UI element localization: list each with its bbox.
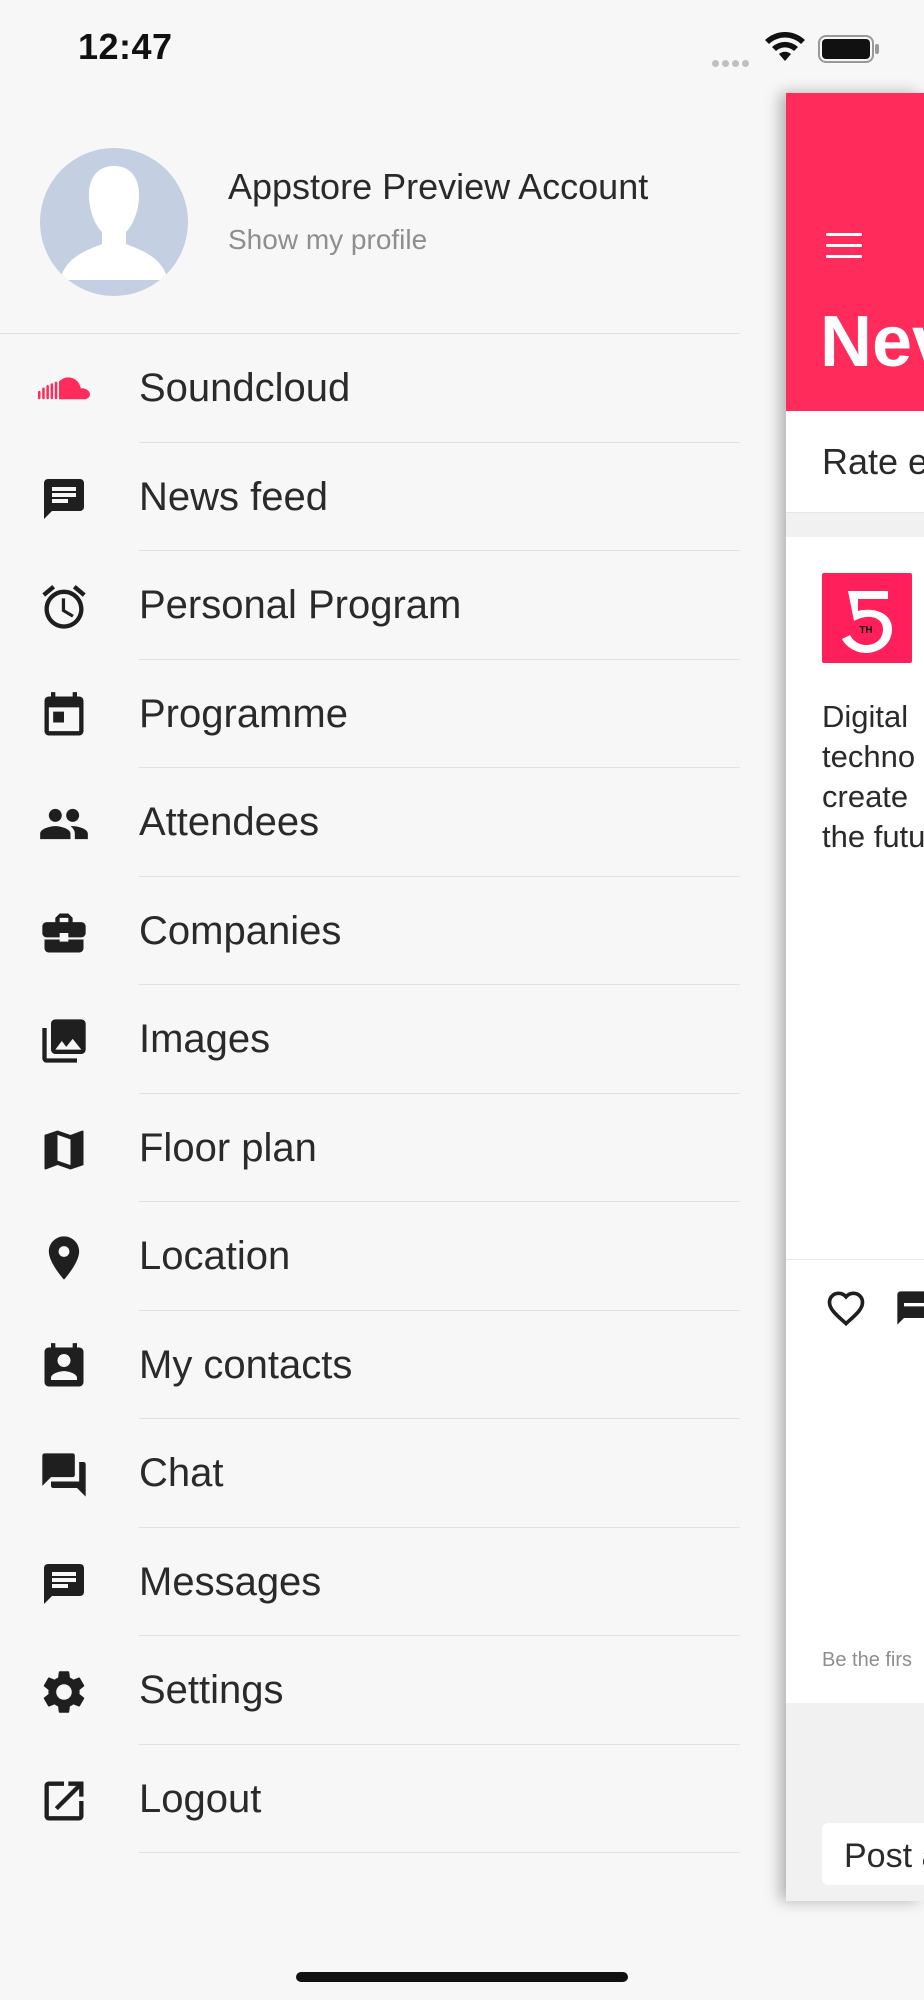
heart-icon[interactable] bbox=[822, 1286, 870, 1330]
status-time: 12:47 bbox=[78, 26, 173, 67]
alarm-clock-icon bbox=[38, 581, 90, 633]
battery-icon bbox=[818, 35, 879, 63]
menu-item-label: Companies bbox=[139, 908, 342, 953]
menu-item-chat[interactable]: Chat bbox=[0, 1419, 740, 1528]
menu-item-location[interactable]: Location bbox=[0, 1202, 740, 1311]
post-like-meta: Be the firs bbox=[822, 1649, 913, 1671]
menu-item-settings[interactable]: Settings bbox=[0, 1636, 740, 1745]
menu-item-label: Location bbox=[139, 1234, 291, 1278]
post-text-line: techno bbox=[822, 739, 916, 774]
calendar-icon bbox=[38, 690, 90, 742]
post-author-logo[interactable]: TH bbox=[822, 573, 912, 663]
avatar[interactable] bbox=[40, 148, 188, 296]
app-header: Nev bbox=[786, 93, 924, 411]
menu-item-label: Settings bbox=[139, 1668, 284, 1712]
post-text-line: create bbox=[822, 779, 909, 814]
menu-item-label: Personal Program bbox=[139, 583, 462, 627]
navigation-drawer: Appstore Preview Account Show my profile bbox=[0, 100, 784, 2000]
menu-item-messages[interactable]: Messages bbox=[0, 1528, 740, 1636]
menu-item-attendees[interactable]: Attendees bbox=[0, 768, 740, 877]
menu-item-label: News feed bbox=[139, 474, 328, 519]
menu-item-images[interactable]: Images bbox=[0, 985, 740, 1094]
location-pin-icon bbox=[38, 1232, 90, 1284]
menu-item-my-contacts[interactable]: My contacts bbox=[0, 1311, 740, 1419]
menu-item-floor-plan[interactable]: Floor plan bbox=[0, 1094, 740, 1202]
wifi-icon bbox=[765, 31, 805, 61]
post-logo-text: TH bbox=[859, 625, 872, 636]
post-button-label: Post a bbox=[844, 1837, 924, 1875]
home-indicator bbox=[296, 1972, 628, 1982]
menu-item-programme[interactable]: Programme bbox=[0, 660, 740, 768]
contact-card-icon bbox=[38, 1341, 90, 1393]
show-profile-link[interactable]: Show my profile bbox=[228, 224, 427, 256]
gear-icon bbox=[38, 1666, 90, 1718]
chat-bubbles-icon bbox=[38, 1449, 90, 1501]
post-text: Digital techno create the futu bbox=[822, 697, 924, 857]
divider bbox=[139, 1852, 740, 1853]
menu-item-news-feed[interactable]: News feed bbox=[0, 443, 740, 551]
cellular-signal-icon bbox=[712, 54, 756, 67]
external-link-icon bbox=[38, 1775, 90, 1827]
drawer-menu: Soundcloud News feed Personal Program Pr… bbox=[0, 334, 740, 1853]
message-icon bbox=[38, 1558, 90, 1610]
main-content-panel[interactable]: Nev Rate e TH Digital techno create the … bbox=[786, 93, 924, 1901]
post-text-line: Digital bbox=[822, 699, 909, 734]
menu-item-label: Programme bbox=[139, 691, 348, 736]
people-icon bbox=[38, 798, 90, 850]
menu-item-label: Attendees bbox=[139, 800, 320, 844]
menu-item-label: My contacts bbox=[139, 1342, 353, 1387]
person-silhouette-icon bbox=[60, 166, 168, 280]
briefcase-icon bbox=[38, 907, 90, 959]
menu-item-companies[interactable]: Companies bbox=[0, 877, 740, 985]
message-icon bbox=[38, 473, 90, 525]
menu-item-personal-program[interactable]: Personal Program bbox=[0, 551, 740, 660]
menu-item-label: Images bbox=[139, 1017, 271, 1061]
rate-event-text: Rate e bbox=[822, 441, 924, 482]
profile-header[interactable]: Appstore Preview Account Show my profile bbox=[0, 100, 740, 334]
photo-library-icon bbox=[38, 1015, 90, 1067]
menu-item-soundcloud[interactable]: Soundcloud bbox=[0, 334, 740, 443]
map-icon bbox=[38, 1124, 90, 1176]
menu-item-label: Logout bbox=[139, 1776, 262, 1821]
rate-event-bar[interactable]: Rate e bbox=[786, 411, 924, 513]
soundcloud-icon bbox=[38, 364, 90, 416]
profile-name: Appstore Preview Account bbox=[228, 166, 649, 207]
hamburger-menu-icon[interactable] bbox=[826, 233, 862, 259]
menu-item-logout[interactable]: Logout bbox=[0, 1745, 740, 1853]
menu-item-label: Soundcloud bbox=[139, 366, 351, 410]
news-post-card[interactable]: TH Digital techno create the futu Be the… bbox=[786, 537, 924, 1703]
status-bar: 12:47 bbox=[0, 0, 924, 100]
post-button[interactable]: Post a bbox=[822, 1823, 924, 1885]
post-actions bbox=[786, 1259, 924, 1357]
post-text-line: the futu bbox=[822, 819, 924, 854]
menu-item-label: Floor plan bbox=[139, 1125, 317, 1170]
menu-item-label: Messages bbox=[139, 1559, 322, 1604]
page-title: Nev bbox=[820, 302, 924, 382]
menu-item-label: Chat bbox=[139, 1451, 224, 1495]
comment-icon[interactable] bbox=[894, 1288, 924, 1328]
